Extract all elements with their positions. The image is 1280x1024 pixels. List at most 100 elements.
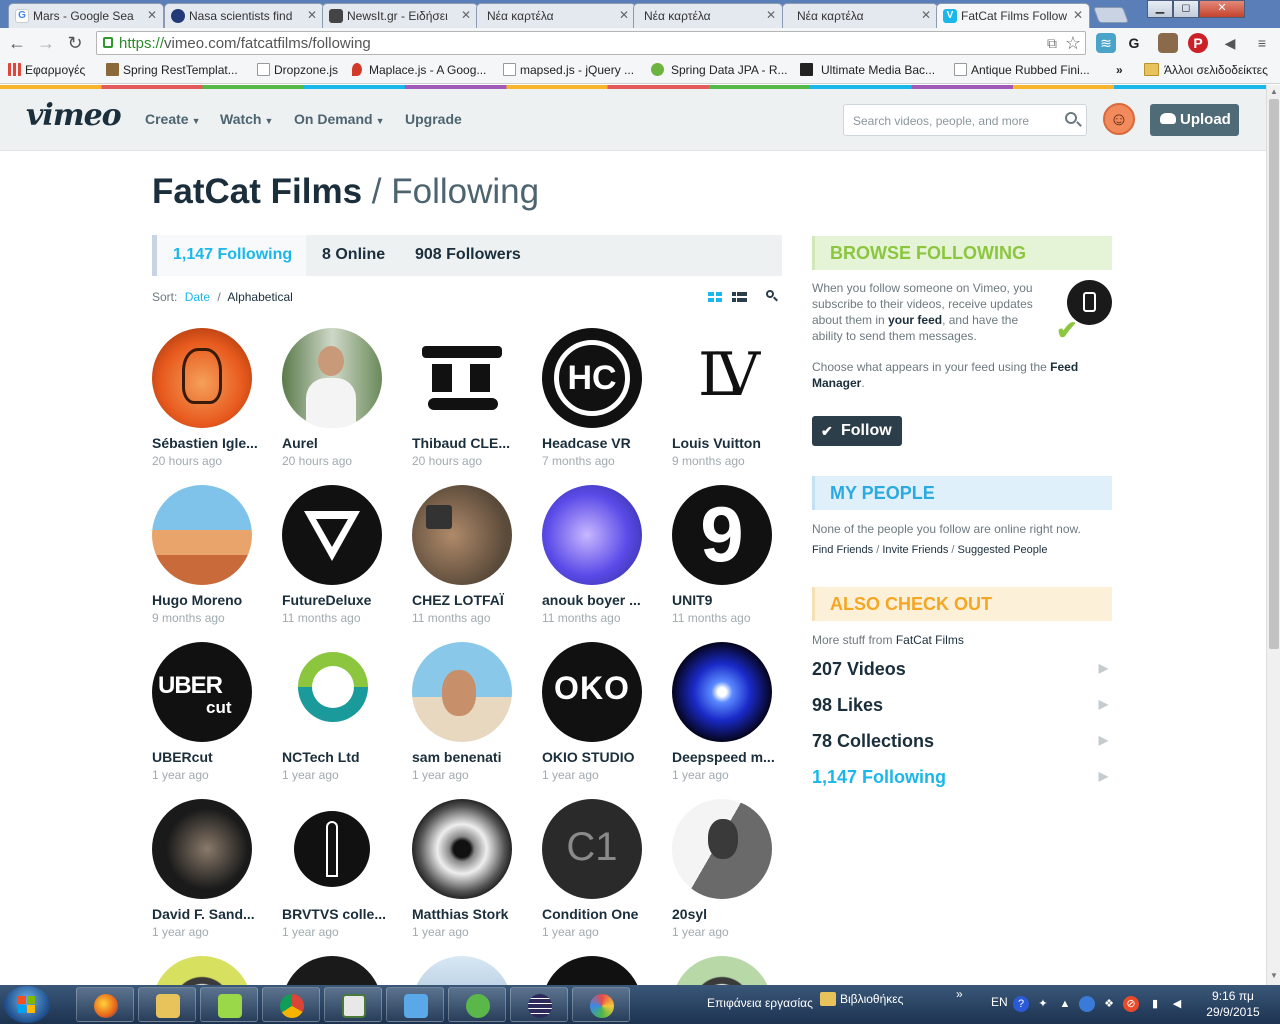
address-bar[interactable]: https://vimeo.com/fatcatfilms/following … [96, 31, 1086, 55]
nav-upgrade[interactable]: Upgrade [405, 111, 462, 127]
person-name[interactable]: BRVTVS colle... [282, 906, 402, 922]
search-input[interactable]: Search videos, people, and more [843, 104, 1087, 136]
search-icon[interactable] [766, 290, 781, 302]
person-card[interactable]: UBER cut UBERcut 1 year ago [152, 642, 272, 782]
person-card[interactable]: Matthias Stork 1 year ago [412, 799, 532, 939]
person-card[interactable]: HC Headcase VR 7 months ago [542, 328, 662, 468]
browser-tab[interactable]: NewsIt.gr - Ειδήσει ✕ [322, 3, 478, 28]
stat-online[interactable]: 8 Online [322, 246, 385, 264]
avatar-ubercut-logo[interactable]: UBER cut [152, 642, 252, 742]
bookmarks-overflow-button[interactable]: » [1116, 63, 1123, 77]
taskbar-firefox[interactable] [76, 987, 134, 1022]
close-icon[interactable]: ✕ [307, 8, 317, 22]
person-name[interactable]: CHEZ LOTFAÏ [412, 592, 532, 608]
avatar-c1-logo[interactable]: C1 [542, 799, 642, 899]
page-scrollbar[interactable]: ▲ ▼ [1266, 85, 1280, 985]
taskbar-paint[interactable] [572, 987, 630, 1022]
nav-create[interactable]: Create ▼ [145, 111, 201, 127]
menu-icon[interactable]: ≡ [1252, 33, 1272, 53]
person-name[interactable]: David F. Sand... [152, 906, 272, 922]
start-button[interactable] [4, 986, 50, 1023]
avatar-desert-illustration[interactable] [152, 485, 252, 585]
translate-icon[interactable]: ⧉ [1047, 35, 1057, 52]
invite-friends-link[interactable]: Invite Friends [882, 544, 948, 556]
clock-time[interactable]: 9:16 πμ [1208, 989, 1258, 1003]
extension-speaker-icon[interactable]: ◀ [1220, 33, 1240, 53]
person-card[interactable]: CHEZ LOTFAÏ 11 months ago [412, 485, 532, 625]
browser-tab[interactable]: Νέα καρτέλα ✕ [782, 3, 938, 28]
search-icon[interactable] [1065, 112, 1077, 124]
person-name[interactable]: UBERcut [152, 749, 272, 765]
person-name[interactable]: Headcase VR [542, 435, 662, 451]
reload-icon[interactable]: ↻ [64, 32, 86, 54]
upload-button[interactable]: Upload [1150, 104, 1239, 136]
back-arrow-icon[interactable]: ← [6, 32, 28, 54]
person-card[interactable]: OKO OKIO STUDIO 1 year ago [542, 642, 662, 782]
bookmark-item[interactable]: Maplace.js - A Goog... [352, 63, 486, 77]
avatar-photo-blue-face[interactable] [542, 485, 642, 585]
bookmark-item[interactable]: Εφαρμογές [8, 63, 85, 77]
person-name[interactable]: 20syl [672, 906, 792, 922]
nav-watch[interactable]: Watch ▼ [220, 111, 273, 127]
avatar-unit9-logo[interactable]: 9 [672, 485, 772, 585]
network-icon[interactable]: ▮ [1147, 996, 1163, 1012]
browser-tab[interactable]: Nasa scientists find ✕ [164, 3, 324, 28]
person-card[interactable]: FutureDeluxe 11 months ago [282, 485, 402, 625]
stat-following[interactable]: 1,147 Following [173, 246, 292, 264]
person-card[interactable]: Thibaud CLE... 20 hours ago [412, 328, 532, 468]
language-indicator[interactable]: EN [991, 995, 1008, 1009]
person-name[interactable]: Sébastien Igle... [152, 435, 272, 451]
sort-date-link[interactable]: Date [185, 290, 210, 304]
avatar-photo-snorkel[interactable] [412, 642, 512, 742]
browser-tab[interactable]: G Mars - Google Sea ✕ [8, 3, 164, 28]
scroll-up-icon[interactable]: ▲ [1269, 87, 1279, 97]
libraries-toolbar[interactable]: Βιβλιοθήκες [820, 992, 903, 1006]
extension-wave-icon[interactable]: ≋ [1096, 33, 1116, 53]
other-bookmarks-folder[interactable]: Άλλοι σελιδοδείκτες [1144, 63, 1268, 77]
person-name[interactable]: OKIO STUDIO [542, 749, 662, 765]
avatar-eye-photo[interactable] [412, 799, 512, 899]
bookmark-item[interactable]: mapsed.js - jQuery ... [503, 63, 634, 77]
bookmark-item[interactable]: Antique Rubbed Fini... [954, 63, 1090, 77]
extension-picture-icon[interactable] [1158, 33, 1178, 53]
person-name[interactable]: NCTech Ltd [282, 749, 402, 765]
your-feed-link[interactable]: your feed [888, 313, 942, 327]
videos-link[interactable]: 207 Videos ▶ [812, 659, 1110, 680]
person-card[interactable]: NCTech Ltd 1 year ago [282, 642, 402, 782]
avatar-nctech-logo[interactable] [282, 642, 382, 742]
avatar-orange-illustration[interactable] [152, 328, 252, 428]
close-icon[interactable]: ✕ [619, 8, 629, 22]
owner-name[interactable]: FatCat Films [152, 172, 362, 211]
close-icon[interactable]: ✕ [461, 8, 471, 22]
vimeo-logo[interactable]: vimeo [26, 98, 122, 133]
volume-icon[interactable]: ◀ [1169, 996, 1185, 1012]
toolbar-overflow-icon[interactable]: » [956, 987, 963, 1001]
owner-link[interactable]: FatCat Films [896, 633, 964, 647]
close-icon[interactable]: ✕ [921, 8, 931, 22]
browser-tab-active[interactable]: V FatCat Films Follow ✕ [936, 3, 1090, 28]
new-tab-button[interactable] [1093, 7, 1129, 23]
show-hidden-icons[interactable]: ▲ [1057, 996, 1073, 1012]
user-avatar[interactable]: ☺ [1103, 103, 1135, 135]
maximize-button[interactable]: ◻ [1173, 0, 1199, 18]
taskbar-app[interactable] [386, 987, 444, 1022]
close-icon[interactable]: ✕ [1073, 8, 1083, 22]
browser-tab[interactable]: Νέα καρτέλα ✕ [633, 3, 783, 28]
person-card[interactable]: Aurel 20 hours ago [282, 328, 402, 468]
tray-icon[interactable]: ⊘ [1123, 996, 1139, 1012]
suggested-people-link[interactable]: Suggested People [958, 544, 1048, 556]
person-name[interactable]: anouk boyer ... [542, 592, 662, 608]
person-card[interactable]: Hugo Moreno 9 months ago [152, 485, 272, 625]
person-name[interactable]: UNIT9 [672, 592, 792, 608]
close-icon[interactable]: ✕ [766, 8, 776, 22]
person-card[interactable]: 20syl 1 year ago [672, 799, 792, 939]
person-name[interactable]: sam benenati [412, 749, 532, 765]
desktop-toolbar-label[interactable]: Επιφάνεια εργασίας [707, 996, 813, 1010]
extension-g-icon[interactable]: G [1124, 33, 1144, 53]
clock-date[interactable]: 29/9/2015 [1198, 1005, 1268, 1019]
person-name[interactable]: Hugo Moreno [152, 592, 272, 608]
tray-icon[interactable]: ✦ [1035, 996, 1051, 1012]
dropbox-icon[interactable]: ❖ [1101, 996, 1117, 1012]
find-friends-link[interactable]: Find Friends [812, 544, 873, 556]
person-card[interactable]: LV Louis Vuitton 9 months ago [672, 328, 792, 468]
